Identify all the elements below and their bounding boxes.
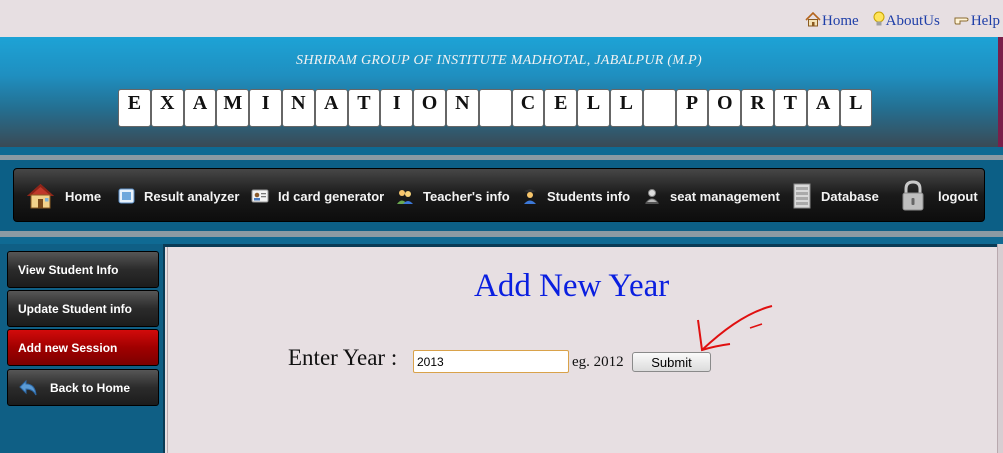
title-letter-box: P — [675, 89, 709, 127]
year-label: Enter Year : — [288, 345, 398, 370]
portal-title: EXAMINATION CELL PORTAL — [118, 89, 873, 127]
home-link-label: Home — [821, 13, 859, 29]
title-letter-box: X — [150, 89, 184, 127]
nav-item-database[interactable]: Database — [792, 169, 879, 223]
padlock-icon — [900, 180, 926, 212]
id-card-icon — [251, 189, 269, 203]
title-letter-box: O — [708, 89, 742, 127]
about-link[interactable]: AboutUs — [873, 11, 940, 32]
sidebar-item-label: Update Student info — [18, 301, 132, 316]
help-link-label: Help — [970, 13, 1000, 29]
annotation-arrow-icon — [697, 305, 773, 352]
title-letter-box — [478, 89, 512, 127]
title-letter-box: L — [577, 89, 610, 127]
year-example: eg. 2012 — [572, 354, 624, 370]
header-banner: SHRIRAM GROUP OF INSTITUTE MADHOTAL, JAB… — [0, 37, 998, 147]
nav-label: Database — [821, 188, 879, 204]
title-letter-box: A — [183, 89, 217, 127]
sidebar-item-update-student-info[interactable]: Update Student info — [7, 290, 159, 327]
database-icon — [792, 183, 812, 209]
nav-label: Result analyzer — [144, 188, 240, 204]
title-letter-box: A — [314, 89, 348, 127]
nav-label: Id card generator — [278, 188, 385, 204]
title-letter-box: C — [511, 89, 545, 127]
title-letter-box — [642, 89, 676, 127]
nav-item-seat-management[interactable]: seat management — [643, 169, 780, 223]
title-letter-box: T — [773, 89, 807, 127]
home-link-icon — [805, 11, 822, 32]
nav-item-logout[interactable]: logout — [900, 169, 978, 223]
banner-edge — [998, 37, 1003, 147]
sidebar-item-label: Back to Home — [50, 380, 131, 395]
nav-item-teachers-info[interactable]: Teacher's info — [396, 169, 510, 223]
nav-item-students-info[interactable]: Students info — [522, 169, 630, 223]
title-letter-box: I — [249, 89, 282, 127]
sidebar-item-add-new-session[interactable]: Add new Session — [7, 329, 159, 366]
house-icon — [25, 181, 56, 211]
title-letter-box: I — [380, 89, 414, 127]
nav-item-result-analyzer[interactable]: Result analyzer — [118, 169, 239, 223]
title-letter-box: N — [281, 89, 315, 127]
help-link[interactable]: Help — [954, 11, 1000, 32]
nav-label: Home — [65, 188, 102, 204]
sidebar-item-back-to-home[interactable]: Back to Home — [7, 369, 159, 406]
title-letter-box: E — [118, 89, 151, 127]
title-letter-box: M — [216, 89, 250, 127]
title-letter-box: T — [347, 89, 381, 127]
stripe — [0, 147, 1003, 155]
about-link-label: AboutUs — [885, 13, 940, 29]
page-title: Add New Year — [474, 268, 670, 304]
home-link[interactable]: Home — [805, 11, 859, 32]
title-letter-box: N — [445, 89, 479, 127]
institute-name: SHRIRAM GROUP OF INSTITUTE MADHOTAL, JAB… — [296, 53, 702, 68]
back-arrow-icon — [18, 379, 38, 397]
sidebar-item-view-student-info[interactable]: View Student Info — [7, 251, 159, 288]
lightbulb-icon — [873, 11, 886, 32]
teachers-icon — [396, 188, 414, 205]
nav-label: Teacher's info — [423, 188, 510, 204]
nav-item-id-card-generator[interactable]: Id card generator — [251, 169, 384, 223]
pointing-hand-icon — [954, 13, 971, 30]
sidebar: View Student Info Update Student info Ad… — [0, 244, 165, 453]
year-input[interactable] — [413, 350, 569, 373]
student-icon — [522, 188, 538, 205]
title-letter-box: E — [544, 89, 578, 127]
divider — [165, 244, 1003, 247]
stripe — [0, 237, 1003, 244]
nav-label: seat management — [670, 188, 780, 204]
nav-label: Students info — [547, 188, 631, 204]
title-letter-box: L — [609, 89, 643, 127]
result-icon — [118, 188, 135, 204]
main-nav: Home Result analyzer Id card generator T… — [13, 168, 985, 222]
title-letter-box: L — [839, 89, 873, 127]
sidebar-item-label: View Student Info — [18, 262, 119, 277]
title-letter-box: R — [741, 89, 774, 127]
title-letter-box: A — [806, 89, 840, 127]
sidebar-item-label: Add new Session — [18, 340, 118, 355]
title-letter-box: O — [413, 89, 446, 127]
page-edge — [997, 244, 1003, 453]
nav-item-home[interactable]: Home — [25, 169, 101, 223]
top-links: Home AboutUs Help — [805, 11, 1000, 32]
seat-icon — [643, 188, 661, 205]
nav-label: logout — [938, 188, 978, 204]
